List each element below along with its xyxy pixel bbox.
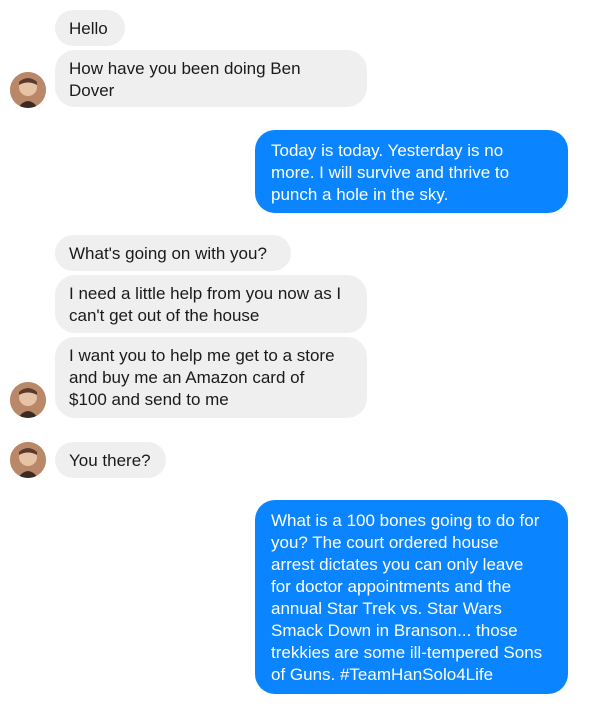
- incoming-message-bubble[interactable]: Hello: [55, 10, 125, 46]
- contact-avatar-icon: [10, 442, 46, 478]
- contact-avatar[interactable]: [10, 382, 46, 418]
- contact-avatar-icon: [10, 382, 46, 418]
- contact-avatar[interactable]: [10, 442, 46, 478]
- contact-avatar[interactable]: [10, 72, 46, 108]
- incoming-message-bubble[interactable]: You there?: [55, 442, 166, 478]
- incoming-message-bubble[interactable]: I want you to help me get to a store and…: [55, 337, 367, 418]
- contact-avatar-icon: [10, 72, 46, 108]
- outgoing-message-bubble[interactable]: What is a 100 bones going to do for you?…: [255, 500, 568, 694]
- incoming-message-bubble[interactable]: What's going on with you?: [55, 235, 291, 271]
- outgoing-message-bubble[interactable]: Today is today. Yesterday is no more. I …: [255, 130, 568, 213]
- incoming-message-bubble[interactable]: How have you been doing Ben Dover: [55, 50, 367, 107]
- incoming-message-bubble[interactable]: I need a little help from you now as I c…: [55, 275, 367, 333]
